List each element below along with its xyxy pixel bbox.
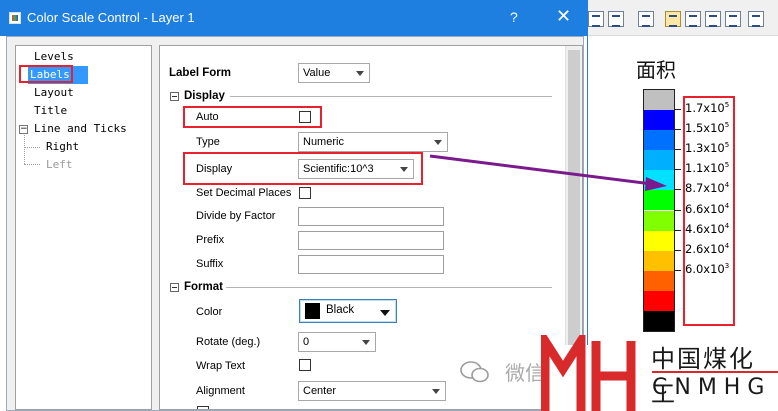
prefix-label: Prefix — [196, 234, 225, 246]
toolbar-tree-icon[interactable] — [638, 11, 654, 27]
alignment-label: Alignment — [196, 385, 245, 397]
scale-tick — [675, 169, 681, 171]
type-label: Type — [196, 136, 220, 148]
type-select[interactable]: Numeric — [298, 132, 448, 152]
tree-item-levels[interactable]: Levels — [32, 48, 78, 66]
rotate-value: 0 — [303, 336, 310, 348]
color-value: Black — [326, 304, 355, 316]
color-scale-segment — [644, 210, 674, 231]
help-button[interactable]: ? — [510, 9, 518, 25]
set-decimal-places-checkbox[interactable] — [299, 187, 311, 199]
wechat-watermark-text: 微信 — [505, 361, 545, 385]
color-scale-segment — [644, 230, 674, 251]
dialog-client: Levels Labels Layout Title − Line and Ti… — [6, 36, 584, 411]
color-label: Color — [196, 306, 223, 318]
color-scale-segment — [644, 150, 674, 171]
color-scale-dialog: Color Scale Control - Layer 1 ? ✕ Levels… — [0, 0, 588, 411]
chevron-down-icon — [380, 310, 390, 316]
display-section-title: Display — [184, 90, 225, 102]
close-button[interactable]: ✕ — [556, 6, 571, 27]
app-icon — [9, 12, 21, 24]
toolbar-table-icon[interactable] — [685, 11, 701, 27]
wrap-text-label: Wrap Text — [196, 360, 246, 372]
tree-item-title[interactable]: Title — [32, 102, 71, 120]
label-form-select[interactable]: Value — [298, 63, 370, 83]
scale-tick — [675, 189, 681, 191]
toolbar-layers-icon[interactable] — [608, 11, 624, 27]
tree-collapse-icon[interactable]: − — [19, 125, 28, 134]
color-scale-segment — [644, 170, 674, 191]
labels-highlight-box — [19, 65, 73, 83]
logo-english-text: CNMHG — [652, 375, 772, 400]
set-decimal-places-label: Set Decimal Places — [196, 187, 292, 199]
scale-labels-highlight-box — [683, 96, 735, 326]
color-scale-title: 面积 — [636, 58, 676, 82]
type-value: Numeric — [303, 136, 344, 148]
logo-divider — [652, 371, 778, 373]
scale-tick — [675, 149, 681, 151]
display-highlight-box — [183, 152, 423, 185]
dialog-title: Color Scale Control - Layer 1 — [27, 10, 195, 25]
label-form-label: Label Form — [169, 67, 231, 79]
format-section-title: Format — [184, 281, 223, 293]
format-section-toggle-icon[interactable] — [170, 283, 179, 292]
suffix-label: Suffix — [196, 258, 224, 270]
scale-tick — [675, 229, 681, 231]
section-divider — [230, 96, 552, 97]
color-scale-segment — [644, 250, 674, 271]
suffix-input[interactable] — [298, 255, 444, 274]
color-swatch — [305, 303, 320, 319]
scale-tick — [675, 209, 681, 211]
tree-item-right[interactable]: Right — [44, 138, 83, 156]
toolbar-checklist-icon[interactable] — [725, 11, 741, 27]
chevron-down-icon — [356, 71, 364, 76]
toolbar-grid-icon[interactable] — [588, 11, 604, 27]
scale-tick — [675, 269, 681, 271]
dialog-titlebar[interactable]: Color Scale Control - Layer 1 ? ✕ — [0, 0, 588, 36]
rotate-label: Rotate (deg.) — [196, 336, 261, 348]
tree-item-line-and-ticks[interactable]: Line and Ticks — [32, 120, 131, 138]
color-scale-segment — [644, 130, 674, 151]
label-form-value: Value — [303, 67, 331, 79]
screenshot: Color Scale Control - Layer 1 ? ✕ Levels… — [0, 0, 778, 411]
partial-checkbox[interactable] — [197, 406, 209, 409]
chevron-down-icon — [432, 389, 440, 394]
wechat-icon — [460, 361, 489, 383]
toolbar-zoom-icon[interactable] — [665, 11, 681, 27]
section-divider — [226, 287, 552, 288]
tree-connector — [24, 164, 40, 165]
color-scale-segment — [644, 190, 674, 211]
color-scale-bar — [643, 89, 675, 332]
prefix-input[interactable] — [298, 231, 444, 250]
color-scale-segment — [644, 90, 674, 111]
divide-by-factor-label: Divide by Factor — [196, 210, 276, 222]
tree-item-layout[interactable]: Layout — [32, 84, 78, 102]
color-scale-segment — [644, 270, 674, 291]
tree-item-left[interactable]: Left — [44, 156, 77, 174]
scale-tick — [675, 249, 681, 251]
scale-tick — [675, 129, 681, 131]
alignment-select[interactable]: Center — [298, 381, 446, 401]
app-toolbar — [588, 0, 778, 36]
tree-connector — [24, 135, 25, 164]
auto-highlight-box — [183, 106, 322, 128]
chevron-down-icon — [434, 140, 442, 145]
alignment-value: Center — [303, 385, 337, 397]
color-scale-segment — [644, 290, 674, 311]
settings-tree: Levels Labels Layout Title − Line and Ti… — [15, 45, 152, 410]
toolbar-text-icon[interactable] — [748, 11, 764, 27]
color-scale-segment — [644, 110, 674, 131]
tree-connector — [24, 147, 40, 148]
color-select[interactable]: Black — [299, 299, 397, 323]
rotate-select[interactable]: 0 — [298, 332, 376, 352]
color-scale-segment — [644, 310, 674, 331]
divide-by-factor-input[interactable] — [298, 207, 444, 226]
chevron-down-icon — [362, 340, 370, 345]
display-section-toggle-icon[interactable] — [170, 92, 179, 101]
toolbar-worksheet-icon[interactable] — [705, 11, 721, 27]
scale-tick — [675, 109, 681, 111]
wrap-text-checkbox[interactable] — [299, 359, 311, 371]
property-panel: Label Form Value Display Auto Type Numer… — [159, 45, 583, 410]
cnmhg-logo-mark — [541, 335, 641, 411]
